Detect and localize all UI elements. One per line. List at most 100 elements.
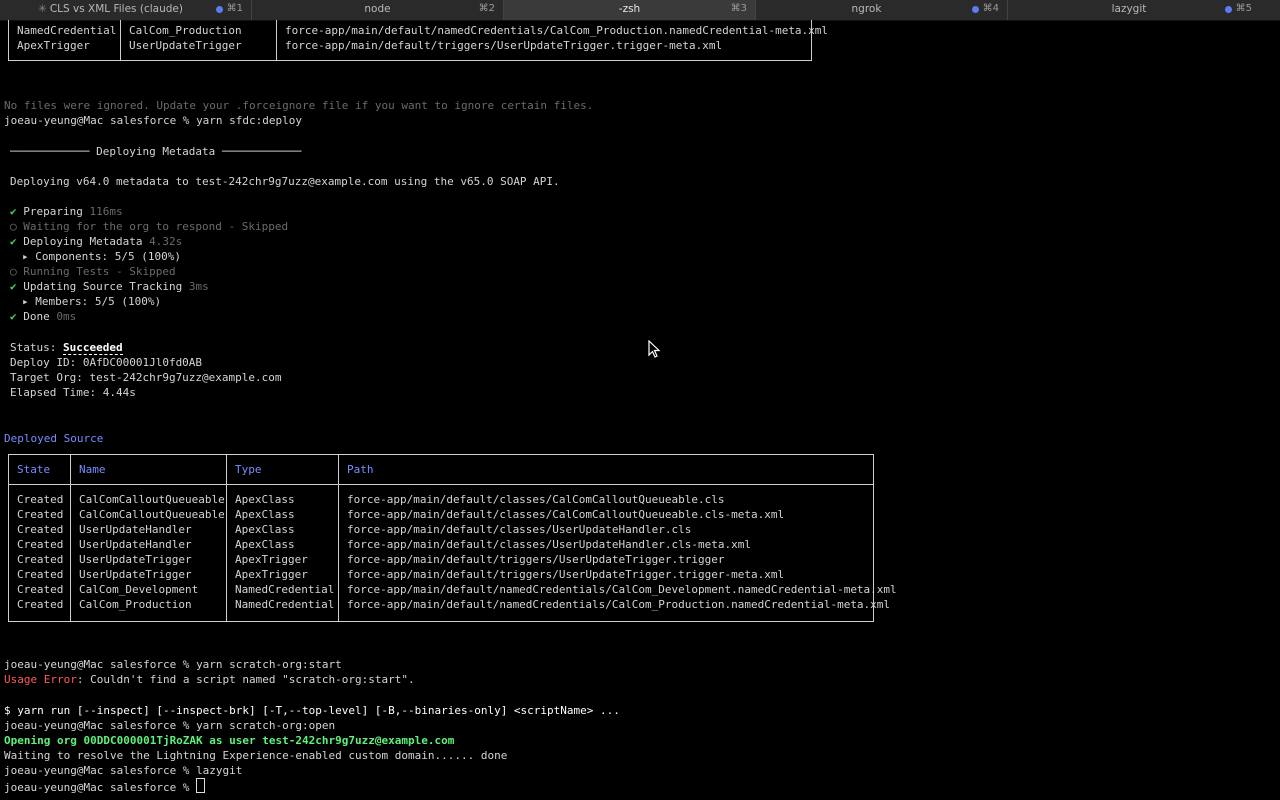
- ignored-message: No files were ignored. Update your .forc…: [4, 99, 594, 112]
- status-badge: Succeeded: [62, 341, 123, 355]
- prompt-line: joeau-yeung@Mac salesforce % lazygit: [4, 764, 243, 777]
- tab-shortcut: ⌘4: [982, 3, 999, 14]
- table-cell: CalCom_Production: [129, 24, 242, 37]
- step-updating: ✔ Updating Source Tracking 3ms: [10, 280, 209, 293]
- command: yarn scratch-org:start: [196, 658, 342, 671]
- table-cell: force-app/main/default/namedCredentials/…: [285, 24, 829, 37]
- table-cell: ApexTrigger: [17, 39, 90, 52]
- check-icon: ✔: [10, 205, 17, 218]
- target-org: Target Org: test-242chr9g7uzz@example.co…: [10, 371, 282, 384]
- table-cell-path: force-app/main/default/classes/UserUpdat…: [347, 538, 751, 551]
- table-cell-name: CalComCalloutQueueable: [79, 493, 225, 506]
- column-header-state: State: [17, 463, 51, 476]
- tab-title: ngrok: [851, 3, 882, 15]
- tab-shortcut: ⌘1: [226, 3, 243, 14]
- arrow-icon: ▸: [22, 250, 29, 263]
- table-cell-name: CalCom_Production: [79, 598, 192, 611]
- table-cell-type: ApexTrigger: [235, 568, 308, 581]
- tab-claude[interactable]: ✳ CLS vs XML Files (claude) ⌘1: [0, 0, 252, 20]
- table-cell-type: ApexTrigger: [235, 553, 308, 566]
- table-cell-path: force-app/main/default/classes/CalComCal…: [347, 493, 725, 506]
- status-line: Status: Succeeded: [10, 341, 123, 355]
- check-icon: ✔: [10, 235, 17, 248]
- step-preparing: ✔ Preparing 116ms: [10, 205, 123, 218]
- tab-zsh[interactable]: -zsh ⌘3: [504, 0, 756, 20]
- table-cell-name: CalComCalloutQueueable: [79, 508, 225, 521]
- table-cell-state: Created: [17, 568, 64, 581]
- table-cell-state: Created: [17, 493, 64, 506]
- spinner-icon: ✳: [38, 3, 47, 15]
- step-components: ▸ Components: 5/5 (100%): [22, 250, 181, 263]
- tab-node[interactable]: node ⌘2: [252, 0, 504, 20]
- text-cursor[interactable]: [196, 778, 206, 793]
- tab-ngrok[interactable]: ngrok ⌘4: [756, 0, 1008, 20]
- table-cell-path: force-app/main/default/triggers/UserUpda…: [347, 553, 725, 566]
- step-waiting: ◯ Waiting for the org to respond - Skipp…: [10, 220, 289, 233]
- table-cell-name: UserUpdateTrigger: [79, 568, 192, 581]
- table-cell-type: NamedCredential: [235, 583, 335, 596]
- table-cell: force-app/main/default/triggers/UserUpda…: [285, 39, 723, 52]
- command: yarn scratch-org:open: [196, 719, 336, 732]
- table-cell-path: force-app/main/default/triggers/UserUpda…: [347, 568, 785, 581]
- prompt-line: joeau-yeung@Mac salesforce % yarn sfdc:d…: [4, 114, 303, 127]
- activity-dot-icon: [216, 6, 223, 13]
- prompt-line: joeau-yeung@Mac salesforce % yarn scratc…: [4, 658, 342, 671]
- table-cell-type: ApexClass: [235, 523, 295, 536]
- command: lazygit: [196, 764, 243, 777]
- usage-line: $ yarn run [--inspect] [--inspect-brk] […: [4, 704, 620, 717]
- table-cell: NamedCredential: [17, 24, 117, 37]
- tab-bar: ✳ CLS vs XML Files (claude) ⌘1 node ⌘2 -z…: [0, 0, 1280, 21]
- prompt-line: joeau-yeung@Mac salesforce % yarn scratc…: [4, 719, 336, 732]
- table-cell-type: NamedCredential: [235, 598, 335, 611]
- step-running: ◯ Running Tests - Skipped: [10, 265, 176, 278]
- arrow-icon: ▸: [22, 295, 29, 308]
- table-cell-name: UserUpdateHandler: [79, 523, 192, 536]
- deployed-source-table: State Name Type Path Created CalComCallou…: [8, 454, 897, 622]
- deploy-description: Deploying v64.0 metadata to test-242chr9…: [10, 175, 560, 188]
- table-cell-name: UserUpdateTrigger: [79, 553, 192, 566]
- table-cell-state: Created: [17, 508, 64, 521]
- table-cell-path: force-app/main/default/classes/CalComCal…: [347, 508, 785, 521]
- tab-shortcut: ⌘2: [478, 3, 495, 14]
- column-header-path: Path: [347, 463, 374, 476]
- previous-table: NamedCredential CalCom_Production force-…: [8, 20, 828, 61]
- table-cell-type: ApexClass: [235, 538, 295, 551]
- table-cell-name: CalCom_Development: [79, 583, 199, 596]
- waiting-message: Waiting to resolve the Lightning Experie…: [4, 749, 508, 762]
- elapsed-time: Elapsed Time: 4.44s: [10, 386, 136, 399]
- table-cell-state: Created: [17, 598, 64, 611]
- deployed-source-title: Deployed Source: [4, 432, 104, 445]
- tab-title: CLS vs XML Files (claude): [49, 3, 183, 15]
- tab-title: lazygit: [1111, 3, 1147, 15]
- deploy-header: ──────────── Deploying Metadata ────────…: [10, 145, 302, 158]
- column-header-type: Type: [235, 463, 262, 476]
- prompt-line-current: joeau-yeung@Mac salesforce %: [4, 778, 206, 794]
- table-cell-name: UserUpdateHandler: [79, 538, 192, 551]
- command: yarn sfdc:deploy: [196, 114, 303, 127]
- table-cell: UserUpdateTrigger: [129, 39, 242, 52]
- table-cell-path: force-app/main/default/namedCredentials/…: [347, 583, 897, 596]
- activity-dot-icon: [972, 6, 979, 13]
- tab-title: node: [364, 3, 391, 15]
- tab-title: -zsh: [618, 3, 641, 15]
- table-cell-state: Created: [17, 553, 64, 566]
- tab-lazygit[interactable]: lazygit ⌘5: [1008, 0, 1280, 20]
- opening-message: Opening org 00DDC000001TjRoZAK as user t…: [4, 734, 455, 747]
- activity-dot-icon: [1225, 6, 1232, 13]
- tab-shortcut: ⌘3: [730, 3, 747, 14]
- check-icon: ✔: [10, 310, 17, 323]
- circle-icon: ◯: [10, 220, 17, 233]
- table-cell-path: force-app/main/default/namedCredentials/…: [347, 598, 891, 611]
- check-icon: ✔: [10, 280, 17, 293]
- usage-error: Usage Error: Couldn't find a script name…: [4, 673, 415, 686]
- step-deploying: ✔ Deploying Metadata 4.32s: [10, 235, 183, 248]
- circle-icon: ◯: [10, 265, 17, 278]
- table-cell-state: Created: [17, 583, 64, 596]
- step-members: ▸ Members: 5/5 (100%): [22, 295, 162, 308]
- tab-shortcut: ⌘5: [1235, 3, 1252, 14]
- table-cell-type: ApexClass: [235, 508, 295, 521]
- step-done: ✔ Done 0ms: [10, 310, 77, 323]
- deploy-id: Deploy ID: 0AfDC00001Jl0fd0AB: [10, 356, 203, 369]
- column-header-name: Name: [79, 463, 106, 476]
- table-cell-type: ApexClass: [235, 493, 295, 506]
